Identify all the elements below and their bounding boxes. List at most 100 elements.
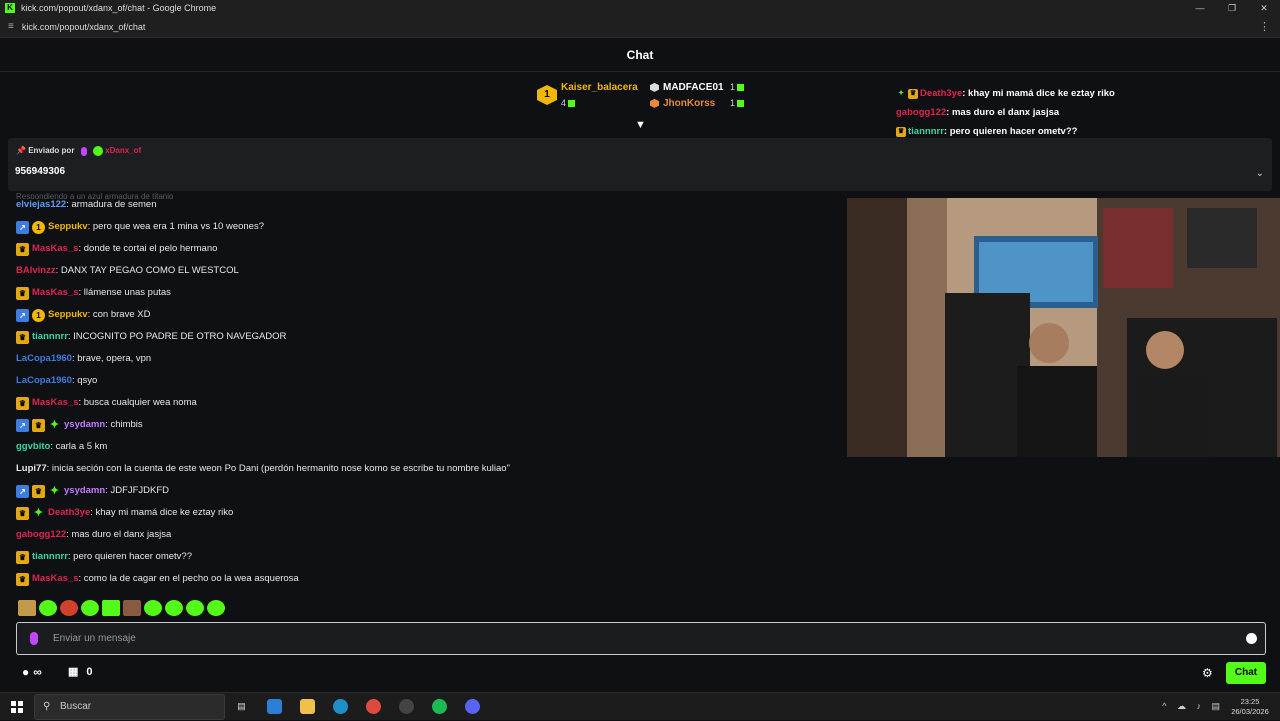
chat-text: : pero quieren hacer ometv??: [67, 551, 192, 562]
chat-text: : chimbis: [105, 419, 143, 430]
leaderboard-second[interactable]: MADFACE01: [650, 82, 724, 93]
chat-username[interactable]: Death3ye: [48, 505, 90, 521]
chat-message[interactable]: ♛ MasKas_s: como la de cagar en el pecho …: [16, 571, 299, 587]
overlay-message[interactable]: ✦ ♛ Death3ye: khay mi mamá dice ke eztay r…: [896, 86, 1115, 102]
chat-username[interactable]: Seppukv: [48, 307, 88, 323]
emoji-picker-icon[interactable]: [1246, 633, 1257, 644]
obs-icon[interactable]: [399, 699, 414, 714]
emote-icon[interactable]: [39, 600, 57, 616]
chat-username[interactable]: MasKas_s: [32, 285, 78, 301]
chat-username[interactable]: ggvbito: [16, 439, 50, 455]
chat-username[interactable]: gabogg122: [16, 527, 66, 543]
chat-username[interactable]: BAlvinzz: [16, 263, 56, 279]
emote-icon[interactable]: [165, 600, 183, 616]
emote-icon[interactable]: [186, 600, 204, 616]
chat-username[interactable]: tiannnrr: [32, 549, 68, 565]
mic-icon[interactable]: [30, 632, 38, 645]
chat-message[interactable]: ♛ ✦ Death3ye: khay mi mamá dice ke eztay r…: [16, 505, 233, 521]
message-input-wrapper[interactable]: [16, 622, 1266, 655]
overlay-username[interactable]: gabogg122: [896, 105, 946, 121]
chat-username[interactable]: ysydamn: [64, 483, 105, 499]
leaderboard-first-name[interactable]: Kaiser_balacera: [561, 82, 638, 93]
close-button[interactable]: ✕: [1248, 0, 1280, 16]
gift-leaderboard: 1 Kaiser_balacera 4 MADFACE01 1 JhonKors…: [0, 72, 1280, 134]
leaderboard-third[interactable]: JhonKorss: [650, 98, 715, 109]
chat-message[interactable]: gabogg122: mas duro el danx jasjsa: [16, 527, 171, 543]
star-badge-icon: ✦: [898, 90, 904, 97]
emote-icon[interactable]: [102, 600, 120, 616]
chat-username[interactable]: LaCopa1960: [16, 351, 72, 367]
settings-gear-icon[interactable]: ⚙: [1202, 666, 1213, 680]
chat-username[interactable]: MasKas_s: [32, 241, 78, 257]
chat-message[interactable]: Lupi77: inicia seción con la cuenta de e…: [16, 461, 510, 477]
clock[interactable]: 23:25 26/03/2026: [1228, 697, 1272, 717]
chat-username[interactable]: MasKas_s: [32, 571, 78, 587]
restore-button[interactable]: ❐: [1216, 0, 1248, 16]
minimize-button[interactable]: —: [1184, 0, 1216, 16]
overlay-text: : mas duro el danx jasjsa: [946, 107, 1060, 118]
emote-icon[interactable]: [207, 600, 225, 616]
chat-message[interactable]: ↗ ♛ ✦ ysydamn: chimbis: [16, 417, 143, 433]
chat-username[interactable]: Lupi77: [16, 461, 47, 477]
discord-icon[interactable]: [465, 699, 480, 714]
chat-message[interactable]: LaCopa1960: qsyo: [16, 373, 97, 389]
taskbar-search[interactable]: ⚲ Buscar: [34, 694, 225, 720]
chat-message-list[interactable]: Respondiendo a un azul armadura de titan…: [0, 192, 840, 597]
chat-message[interactable]: ggvbito: carla a 5 km: [16, 439, 107, 455]
send-chat-button[interactable]: Chat: [1226, 662, 1266, 684]
pinned-message[interactable]: 📌 Enviado por xDanx_of 956949306 ⌄: [8, 138, 1272, 191]
chat-message[interactable]: ↗ 1 Seppukv: pero que wea era 1 mina vs 10…: [16, 219, 264, 235]
file-explorer-icon[interactable]: [300, 699, 315, 714]
chat-message[interactable]: BAlvinzz: DANX TAY PEGAO COMO EL WESTCOL: [16, 263, 239, 279]
chat-text: : carla a 5 km: [50, 441, 108, 452]
chat-message[interactable]: ♛ tiannnrr: pero quieren hacer ometv??: [16, 549, 192, 565]
chat-message[interactable]: ↗ ♛ ✦ ysydamn: JDFJFJDKFD: [16, 483, 169, 499]
emote-icon[interactable]: [144, 600, 162, 616]
pinned-author[interactable]: xDanx_of: [105, 146, 141, 155]
channel-points[interactable]: ● ∞: [22, 665, 42, 679]
clock-date: 26/03/2026: [1231, 707, 1269, 716]
window-title: kick.com/popout/xdanx_of/chat - Google C…: [21, 3, 217, 13]
edge-icon[interactable]: [333, 699, 348, 714]
chat-message[interactable]: ↗ 1 Seppukv: con brave XD: [16, 307, 150, 323]
chat-username[interactable]: elviejas122: [16, 197, 66, 213]
url-text[interactable]: kick.com/popout/xdanx_of/chat: [22, 22, 146, 32]
chat-username[interactable]: ysydamn: [64, 417, 105, 433]
chrome-icon[interactable]: [366, 699, 381, 714]
overlay-message[interactable]: gabogg122: mas duro el danx jasjsa: [896, 105, 1059, 121]
site-settings-icon[interactable]: ≡: [8, 21, 14, 32]
chat-username[interactable]: LaCopa1960: [16, 373, 72, 389]
chat-message[interactable]: ♛ MasKas_s: donde te cortai el pelo herma…: [16, 241, 217, 257]
chat-username[interactable]: Seppukv: [48, 219, 88, 235]
chat-message[interactable]: ♛ MasKas_s: llámense unas putas: [16, 285, 171, 301]
chat-message[interactable]: ♛ MasKas_s: busca cualquier wea noma: [16, 395, 197, 411]
stream-video[interactable]: [847, 198, 1280, 457]
kick-favicon-icon: K: [5, 3, 15, 13]
store-button[interactable]: ▦ 0: [68, 665, 93, 679]
chat-username[interactable]: tiannnrr: [32, 329, 68, 345]
more-menu-icon[interactable]: ⋮: [1259, 20, 1270, 33]
browser-titlebar: K kick.com/popout/xdanx_of/chat - Google…: [0, 0, 1280, 16]
overlay-text: : khay mi mamá dice ke eztay riko: [962, 88, 1115, 99]
store-app-icon[interactable]: [267, 699, 282, 714]
chat-text: : brave, opera, vpn: [71, 353, 152, 364]
collapse-leaderboard-icon[interactable]: ▼: [635, 119, 646, 131]
address-bar[interactable]: ≡ kick.com/popout/xdanx_of/chat ⋮: [0, 16, 1280, 38]
task-view-icon[interactable]: ▤: [234, 699, 249, 714]
windows-start-icon[interactable]: [11, 701, 23, 713]
chat-message[interactable]: elviejas122: armadura de semen: [16, 197, 156, 213]
spotify-icon[interactable]: [432, 699, 447, 714]
chat-text: : armadura de semen: [66, 199, 157, 210]
message-input[interactable]: [53, 623, 1233, 654]
overlay-username[interactable]: Death3ye: [920, 86, 962, 102]
emote-icon[interactable]: [60, 600, 78, 616]
chevron-down-icon[interactable]: ⌄: [1256, 168, 1264, 179]
emote-icon[interactable]: [18, 600, 36, 616]
emote-icon[interactable]: [123, 600, 141, 616]
chat-message[interactable]: ♛ tiannnrr: INCOGNITO PO PADRE DE OTRO NA…: [16, 329, 286, 345]
chat-message[interactable]: LaCopa1960: brave, opera, vpn: [16, 351, 151, 367]
chat-username[interactable]: MasKas_s: [32, 395, 78, 411]
emote-icon[interactable]: [81, 600, 99, 616]
star-badge-icon: ✦: [49, 418, 60, 431]
tray-icons[interactable]: ^ ☁ ♪ ▤: [1162, 701, 1224, 712]
